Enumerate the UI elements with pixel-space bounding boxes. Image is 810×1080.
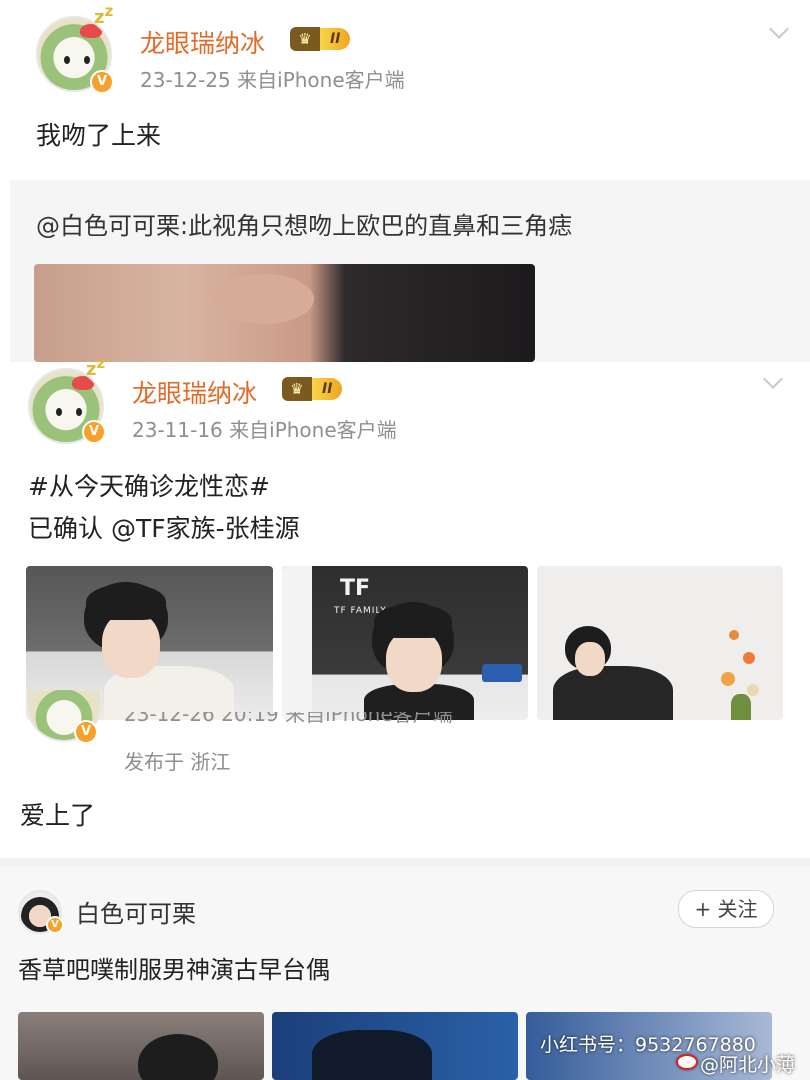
verified-badge-icon: V	[74, 720, 98, 744]
post-text: 爱上了	[20, 801, 96, 830]
post-meta: 23-12-25 来自iPhone客户端	[140, 68, 405, 92]
post-meta: 23-11-16 来自iPhone客户端	[132, 418, 397, 442]
weibo-icon	[676, 1054, 698, 1070]
post-location: 发布于 浙江	[124, 750, 231, 774]
username[interactable]: 龙眼瑞纳冰	[140, 24, 265, 60]
repost-photo-2[interactable]	[272, 1012, 518, 1080]
crown-icon: ♛	[290, 27, 320, 51]
repost-text[interactable]: 香草吧噗制服男神演古早台偶	[18, 950, 330, 991]
quoted-photo[interactable]	[34, 264, 535, 362]
repost-username[interactable]: 白色可可栗	[76, 894, 196, 929]
crown-icon: ♛	[282, 377, 312, 401]
repost-photo-1[interactable]	[18, 1012, 264, 1080]
crown-level-badge: ♛ II	[290, 26, 351, 52]
verified-badge-icon: V	[90, 70, 114, 94]
weibo-watermark: @阿北小薄	[700, 1054, 796, 1076]
crown-level-badge: ♛ II	[282, 376, 343, 402]
follow-button[interactable]: + 关注	[678, 890, 774, 928]
sleep-icon: zz	[86, 354, 106, 380]
quoted-text[interactable]: @白色可可栗:此视角只想吻上欧巴的直鼻和三角痣	[36, 206, 572, 241]
verified-badge-icon: V	[46, 916, 64, 934]
verified-badge-icon: V	[82, 420, 106, 444]
post-text-line1[interactable]: #从今天确诊龙性恋#	[28, 466, 270, 507]
post-text: 我吻了上来	[36, 121, 162, 150]
post-text-line2[interactable]: 已确认 @TF家族-张桂源	[28, 508, 300, 549]
post-card-3	[0, 720, 810, 858]
sleep-icon: zz	[94, 2, 114, 28]
post-meta: 23-12-26 20:19 来自iPhone客户端	[124, 712, 453, 724]
username[interactable]: 龙眼瑞纳冰	[132, 374, 257, 410]
